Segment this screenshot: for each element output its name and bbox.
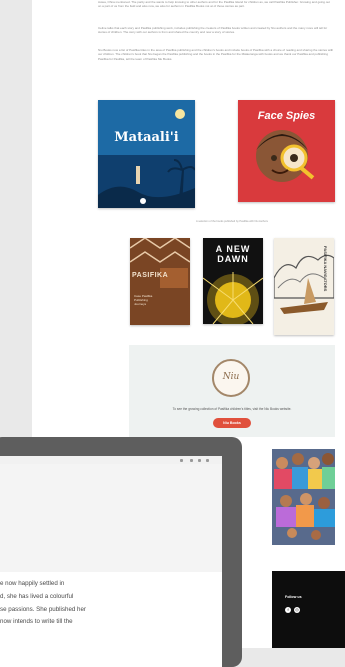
instagram-icon[interactable]: ◎ [294,607,300,613]
book-title: PASIFIKA NAVIGATORS [323,246,328,292]
bio-line: now intends to write till the [0,618,73,626]
site-footer: Follow us f ◎ [272,571,345,648]
book-title: PASIFIKA [132,272,169,279]
browser-dot-icon [190,459,193,462]
book-title: Mataali'i [114,130,179,145]
follow-us-label: Follow us [285,595,302,599]
browser-dot-icon [198,459,201,462]
community-photo-collage [272,449,335,545]
book-title: A NEW DAWN [215,244,251,264]
book-cover-a-new-dawn[interactable]: A NEW DAWN [203,238,263,324]
laptop-mockup: e now happily settled in d, she has live… [0,437,242,667]
book-cover-mataalii[interactable]: Mataali'i [98,100,195,208]
article-paragraph: Niu Books now a list of Pasifika titles … [98,48,334,61]
promo-text: To see the growing collection of Pasifik… [172,407,292,411]
facebook-icon[interactable]: f [285,607,291,613]
book-title: Face Spies [257,110,316,122]
bio-line: se passions. She published her [0,605,86,613]
niu-books-logo: Niu [212,359,250,397]
niu-books-button[interactable]: Niu Books [213,418,251,428]
laptop-hero-area [0,464,222,572]
night-scene-illustration [98,100,195,208]
book-subtitle: Case Pasifika Publishing Journeys [134,294,153,306]
book-cover-face-spies[interactable]: Face Spies [238,100,335,202]
tapa-pattern-illustration [130,238,190,325]
logo-text: Niu [222,372,240,382]
bio-line: d, she has lived a colourful [0,592,74,600]
book-cover-pasifika-navigators[interactable]: PASIFIKA NAVIGATORS [274,238,334,335]
browser-dot-icon [206,459,209,462]
image-caption: A selection of the books published by Pa… [196,220,268,223]
book-cover-pasifika[interactable]: PASIFIKA Case Pasifika Publishing Journe… [130,238,190,325]
publisher-logo-icon [140,198,146,204]
article-paragraph: Celine talks that each story and Pasifik… [98,26,328,35]
group-photo-illustration [272,449,335,545]
bio-line: e now happily settled in [0,580,65,587]
niu-books-promo: Niu To see the growing collection of Pas… [129,345,335,437]
laptop-browser-bar [0,456,222,464]
browser-dot-icon [180,459,183,462]
laptop-bio-text: e now happily settled in d, she has live… [0,578,110,629]
article-paragraph: Aotea, Ohna mentioned. The parity and th… [98,0,330,9]
